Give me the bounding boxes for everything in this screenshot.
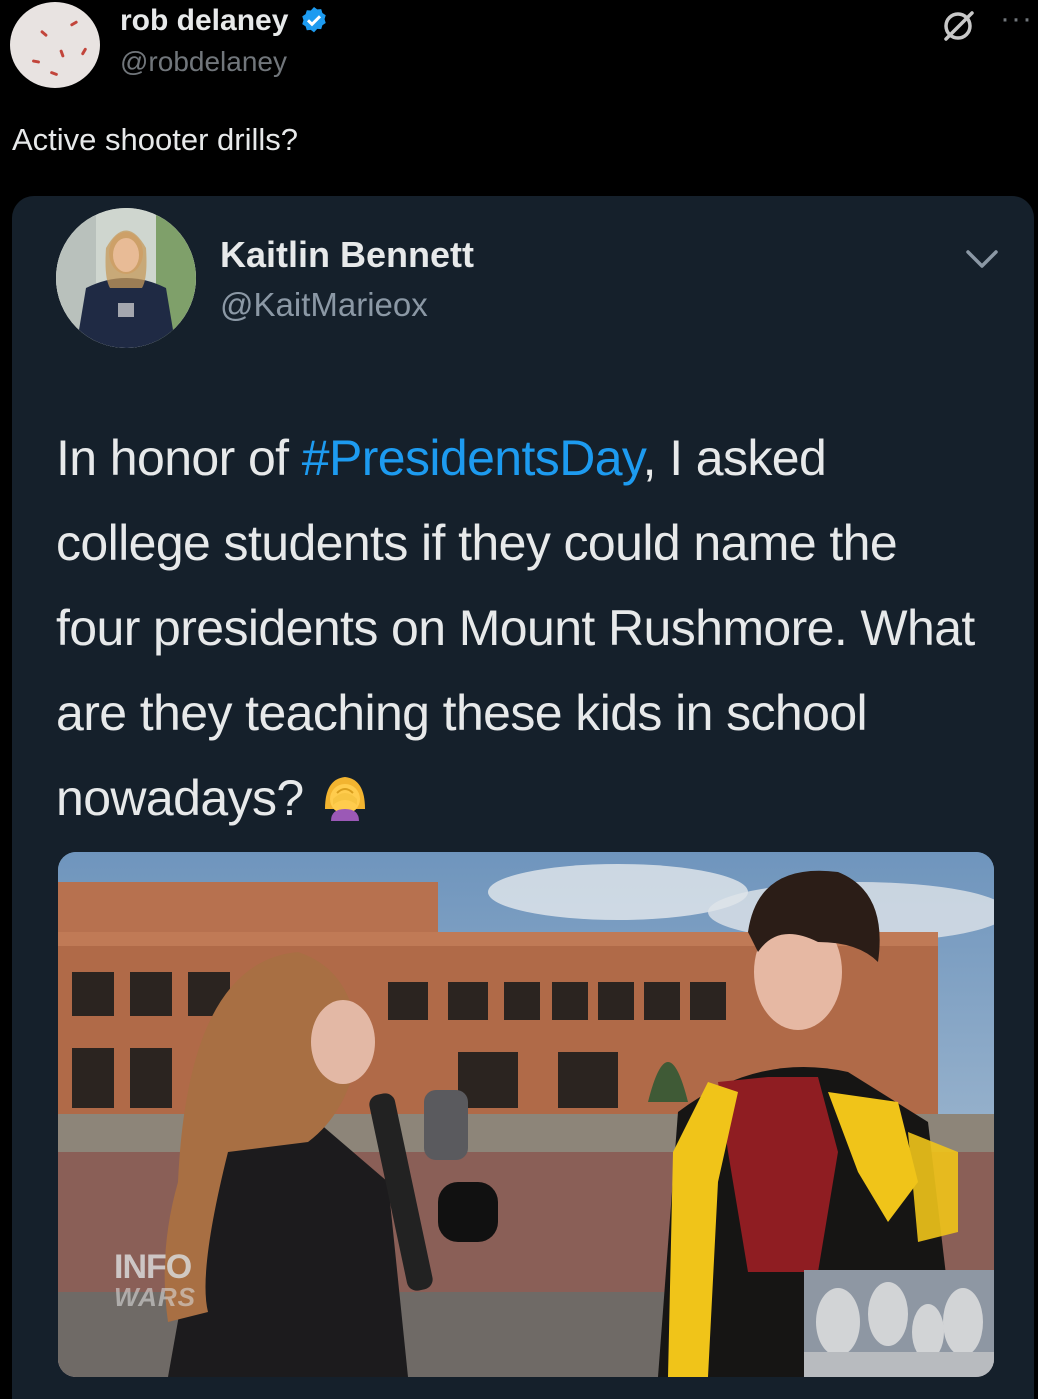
quoted-tweet-text: In honor of #PresidentsDay, I asked coll… [56, 416, 976, 841]
outer-tweet-text: Active shooter drills? [12, 122, 299, 157]
hashtag-link[interactable]: #PresidentsDay [302, 430, 643, 486]
outer-author-handle[interactable]: @robdelaney [120, 46, 287, 78]
outer-author-name-text[interactable]: rob delaney [120, 4, 288, 38]
outer-author-name[interactable]: rob delaney [120, 4, 330, 38]
facepalm-emoji-icon [324, 777, 365, 821]
chevron-down-icon[interactable] [962, 246, 1002, 272]
quoted-author-handle[interactable]: @KaitMarieox [220, 286, 428, 324]
tweet-media-image[interactable]: INFO WARS [58, 852, 994, 1377]
logo-line2: WARS [114, 1282, 196, 1312]
swipe-icon[interactable] [938, 5, 980, 47]
quoted-text-after: , I asked college students if they could… [56, 430, 975, 826]
media-watermark-logo: INFO WARS [114, 1248, 196, 1312]
quoted-author-name[interactable]: Kaitlin Bennett [220, 234, 474, 276]
avatar-quoted[interactable] [56, 208, 196, 348]
logo-line1: INFO [114, 1248, 192, 1286]
quoted-text-before: In honor of [56, 430, 302, 486]
more-icon[interactable]: ··· [1000, 2, 1033, 36]
quoted-tweet-card[interactable]: Kaitlin Bennett @KaitMarieox In honor of… [12, 196, 1034, 1399]
avatar-outer[interactable] [10, 2, 100, 88]
verified-badge-icon [302, 7, 327, 33]
